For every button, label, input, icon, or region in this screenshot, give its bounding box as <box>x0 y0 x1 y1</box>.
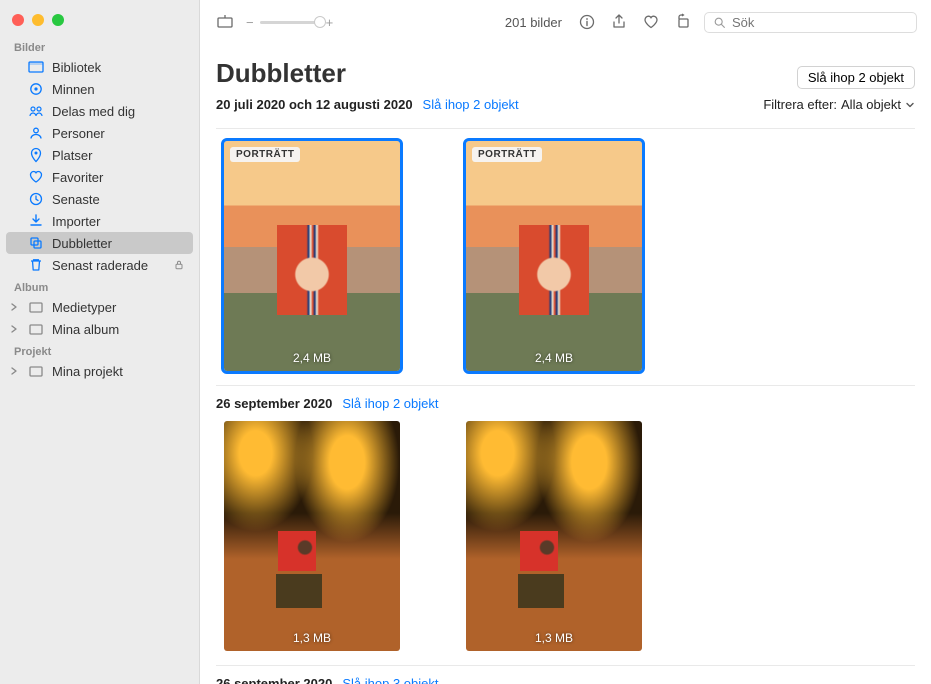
group-dates: 26 september 2020 <box>216 396 332 411</box>
group-dates: 20 juli 2020 och 12 augusti 2020 <box>216 97 413 112</box>
item-count: 201 bilder <box>505 15 562 30</box>
app-window: Bilder Bibliotek Minnen Delas med dig Pe… <box>0 0 931 684</box>
zoom-slider[interactable]: − + <box>246 15 333 30</box>
share-icon[interactable] <box>608 11 630 33</box>
sidebar-item-senaste[interactable]: Senaste <box>0 188 199 210</box>
sidebar-item-label: Importer <box>52 214 100 229</box>
filter-dropdown[interactable]: Filtrera efter: Alla objekt <box>763 97 915 112</box>
sidebar-section-projekt: Projekt <box>0 340 199 360</box>
group-dates: 26 september 2020 <box>216 676 332 684</box>
people-icon <box>28 125 44 141</box>
sidebar-item-label: Senaste <box>52 192 100 207</box>
shared-icon <box>28 103 44 119</box>
sidebar-item-label: Medietyper <box>52 300 116 315</box>
folder-icon <box>28 363 44 379</box>
portrait-badge: PORTRÄTT <box>230 147 300 162</box>
duplicates-icon <box>28 235 44 251</box>
sidebar-item-label: Bibliotek <box>52 60 101 75</box>
main-panel: − + 201 bilder Dubbletter Slå ihop 2 obj… <box>200 0 931 684</box>
sidebar-section-bilder: Bilder <box>0 36 199 56</box>
sidebar-item-label: Mina projekt <box>52 364 123 379</box>
file-size: 2,4 MB <box>535 351 573 365</box>
sidebar: Bilder Bibliotek Minnen Delas med dig Pe… <box>0 0 200 684</box>
aspect-icon[interactable] <box>214 11 236 33</box>
search-input[interactable] <box>732 15 908 30</box>
photo-thumbnail[interactable]: PORTRÄTT 2,4 MB <box>224 141 400 371</box>
sidebar-item-label: Delas med dig <box>52 104 135 119</box>
portrait-badge: PORTRÄTT <box>472 147 542 162</box>
info-icon[interactable] <box>576 11 598 33</box>
sidebar-item-delas[interactable]: Delas med dig <box>0 100 199 122</box>
chevron-right-icon[interactable] <box>10 325 20 333</box>
sidebar-item-bibliotek[interactable]: Bibliotek <box>0 56 199 78</box>
slider-track[interactable] <box>260 21 320 24</box>
rotate-icon[interactable] <box>672 11 694 33</box>
trash-icon <box>28 257 44 273</box>
folder-icon <box>28 299 44 315</box>
import-icon <box>28 213 44 229</box>
sidebar-item-importer[interactable]: Importer <box>0 210 199 232</box>
zoom-out-icon[interactable]: − <box>246 15 254 30</box>
file-size: 2,4 MB <box>293 351 331 365</box>
merge-selected-button[interactable]: Slå ihop 2 objekt <box>797 66 915 89</box>
sidebar-item-medietyper[interactable]: Medietyper <box>0 296 199 318</box>
sidebar-item-dubbletter[interactable]: Dubbletter <box>6 232 193 254</box>
content-area: Dubbletter Slå ihop 2 objekt 20 juli 202… <box>200 44 931 684</box>
page-title: Dubbletter <box>216 58 346 89</box>
minimize-window-button[interactable] <box>32 14 44 26</box>
sidebar-item-label: Platser <box>52 148 92 163</box>
sidebar-item-minnen[interactable]: Minnen <box>0 78 199 100</box>
sidebar-item-favoriter[interactable]: Favoriter <box>0 166 199 188</box>
sidebar-item-senast-raderade[interactable]: Senast raderade <box>0 254 199 276</box>
sidebar-item-platser[interactable]: Platser <box>0 144 199 166</box>
library-icon <box>28 59 44 75</box>
sidebar-section-album: Album <box>0 276 199 296</box>
sidebar-item-label: Senast raderade <box>52 258 148 273</box>
file-size: 1,3 MB <box>293 631 331 645</box>
window-controls <box>0 8 199 36</box>
heart-icon <box>28 169 44 185</box>
sidebar-item-label: Dubbletter <box>52 236 112 251</box>
close-window-button[interactable] <box>12 14 24 26</box>
merge-group-link[interactable]: Slå ihop 3 objekt <box>342 676 438 684</box>
sidebar-item-label: Personer <box>52 126 105 141</box>
duplicate-group: PORTRÄTT 2,4 MB PORTRÄTT 2,4 MB <box>216 128 915 375</box>
zoom-in-icon[interactable]: + <box>326 15 334 30</box>
photo-thumbnail[interactable]: 1,3 MB <box>466 421 642 651</box>
photo-thumbnail[interactable]: 1,3 MB <box>224 421 400 651</box>
merge-group-link[interactable]: Slå ihop 2 objekt <box>342 396 438 411</box>
chevron-right-icon[interactable] <box>10 367 20 375</box>
favorite-icon[interactable] <box>640 11 662 33</box>
photo-thumbnail[interactable]: PORTRÄTT 2,4 MB <box>466 141 642 371</box>
sidebar-item-mina-album[interactable]: Mina album <box>0 318 199 340</box>
memories-icon <box>28 81 44 97</box>
filter-value: Alla objekt <box>841 97 901 112</box>
clock-icon <box>28 191 44 207</box>
folder-icon <box>28 321 44 337</box>
search-icon <box>713 16 726 29</box>
slider-thumb[interactable] <box>314 16 326 28</box>
filter-prefix: Filtrera efter: <box>763 97 837 112</box>
chevron-right-icon[interactable] <box>10 303 20 311</box>
search-field[interactable] <box>704 12 917 33</box>
chevron-down-icon <box>905 100 915 110</box>
zoom-window-button[interactable] <box>52 14 64 26</box>
sidebar-item-label: Favoriter <box>52 170 103 185</box>
sidebar-item-label: Mina album <box>52 322 119 337</box>
merge-group-link[interactable]: Slå ihop 2 objekt <box>423 97 519 112</box>
toolbar: − + 201 bilder <box>200 0 931 44</box>
file-size: 1,3 MB <box>535 631 573 645</box>
duplicate-group: 26 september 2020 Slå ihop 3 objekt <box>216 665 915 684</box>
sidebar-item-mina-projekt[interactable]: Mina projekt <box>0 360 199 382</box>
places-icon <box>28 147 44 163</box>
duplicate-group: 26 september 2020 Slå ihop 2 objekt 1,3 … <box>216 385 915 655</box>
lock-icon <box>173 259 185 271</box>
sidebar-item-label: Minnen <box>52 82 95 97</box>
sidebar-item-personer[interactable]: Personer <box>0 122 199 144</box>
